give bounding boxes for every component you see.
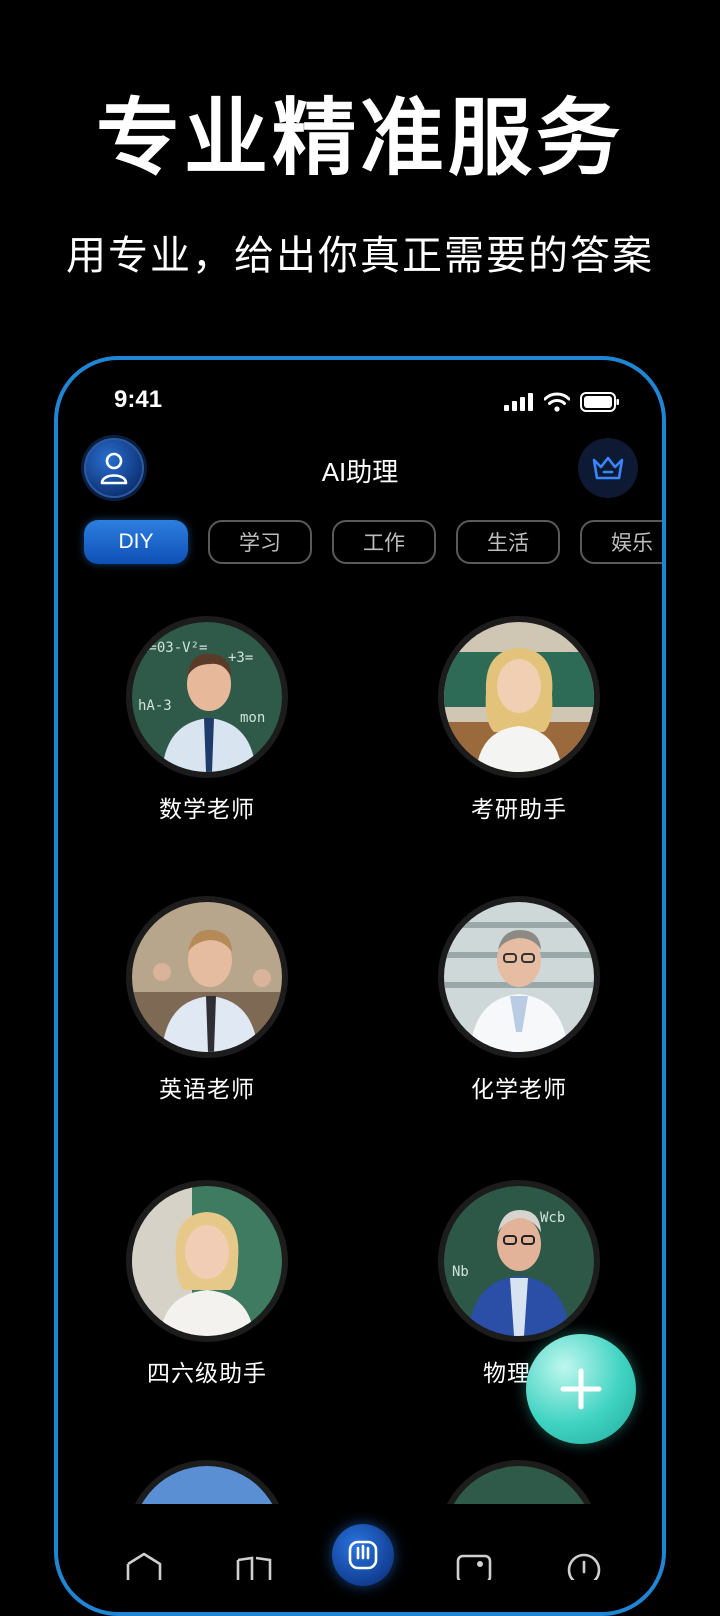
assistant-card-math[interactable]: x=03-V²= +3= hA-3 mon 数学老师 (122, 616, 292, 824)
crown-icon (592, 456, 624, 480)
svg-text:+3=: +3= (228, 650, 253, 666)
assistant-tab-button[interactable] (332, 1524, 394, 1586)
card-label: 四六级助手 (147, 1361, 267, 1387)
card-label: 考研助手 (471, 797, 567, 823)
assistant-card-postgrad[interactable]: 考研助手 (434, 616, 604, 824)
card-label: 化学老师 (471, 1077, 567, 1103)
image-icon[interactable] (454, 1550, 494, 1580)
card-label: 英语老师 (159, 1077, 255, 1103)
category-tabs: DIY 学习 工作 生活 娱乐 (84, 520, 662, 564)
plus-icon (560, 1368, 602, 1410)
battery-icon (580, 392, 619, 412)
avatar (126, 896, 288, 1058)
tab-entertainment[interactable]: 娱乐 (580, 520, 662, 564)
svg-text:x=03-V²=: x=03-V²= (140, 640, 207, 656)
more-icon[interactable] (564, 1550, 604, 1580)
avatar: x=03-V²= +3= hA-3 mon (126, 616, 288, 778)
status-time: 9:41 (114, 386, 163, 413)
tab-life[interactable]: 生活 (456, 520, 560, 564)
tab-diy[interactable]: DIY (84, 520, 188, 564)
vip-button[interactable] (578, 438, 638, 498)
avatar: Wcb Nb (438, 1180, 600, 1342)
home-icon[interactable] (124, 1550, 164, 1580)
avatar (438, 616, 600, 778)
promo-headline: 专业精准服务 (95, 89, 624, 187)
assistant-card-cet[interactable]: 四六级助手 (122, 1180, 292, 1388)
avatar (438, 1460, 600, 1504)
tab-work[interactable]: 工作 (332, 520, 436, 564)
tab-study[interactable]: 学习 (208, 520, 312, 564)
assistant-card-partial[interactable] (122, 1460, 292, 1504)
page-title: AI助理 (321, 457, 399, 487)
status-icons (504, 390, 620, 414)
svg-text:hA-3: hA-3 (138, 698, 172, 714)
add-assistant-button[interactable] (526, 1334, 636, 1444)
assistant-card-partial[interactable] (434, 1460, 604, 1504)
svg-text:mon: mon (240, 710, 265, 726)
svg-text:Nb: Nb (452, 1264, 469, 1280)
book-icon[interactable] (234, 1550, 274, 1580)
assistant-card-chemistry[interactable]: 化学老师 (434, 896, 604, 1104)
signal-icon (504, 393, 533, 411)
wifi-icon (544, 392, 570, 412)
assistant-card-english[interactable]: 英语老师 (122, 896, 292, 1104)
avatar (438, 896, 600, 1058)
bottom-nav (58, 1500, 662, 1612)
promo-subline: 用专业，给出你真正需要的答案 (66, 233, 654, 279)
avatar (126, 1180, 288, 1342)
svg-text:Wcb: Wcb (540, 1210, 565, 1226)
card-label: 数学老师 (159, 797, 255, 823)
assistant-icon (348, 1540, 378, 1570)
avatar (126, 1460, 288, 1504)
